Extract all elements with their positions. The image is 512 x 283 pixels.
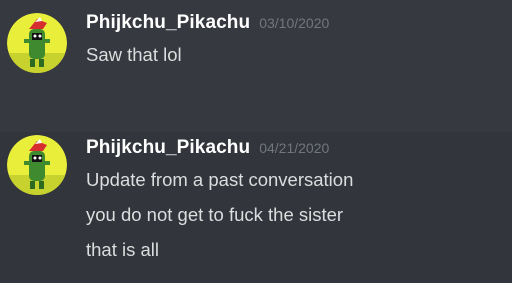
message-text: you do not get to fuck the sister xyxy=(86,204,344,225)
pikachu-avatar-icon[interactable] xyxy=(7,135,67,195)
message-group: Phijkchu_Pikachu 03/10/2020 Saw that lol xyxy=(0,0,512,104)
message-header: Phijkchu_Pikachu 04/21/2020 xyxy=(86,137,329,163)
timestamp: 04/21/2020 xyxy=(259,140,330,156)
message-text: that is all xyxy=(86,239,160,260)
username[interactable]: Phijkchu_Pikachu xyxy=(86,137,250,158)
message-header: Phijkchu_Pikachu 03/10/2020 xyxy=(86,12,329,38)
username[interactable]: Phijkchu_Pikachu xyxy=(86,12,250,33)
pikachu-avatar-icon[interactable] xyxy=(7,13,67,73)
timestamp: 03/10/2020 xyxy=(259,15,330,31)
message-group: Phijkchu_Pikachu 04/21/2020 Update from a… xyxy=(0,132,512,283)
message-text: Update from a past conversation xyxy=(86,169,354,190)
chat-message-list: Phijkchu_Pikachu 03/10/2020 Saw that lol xyxy=(0,0,512,283)
message-text: Saw that lol xyxy=(86,44,182,65)
